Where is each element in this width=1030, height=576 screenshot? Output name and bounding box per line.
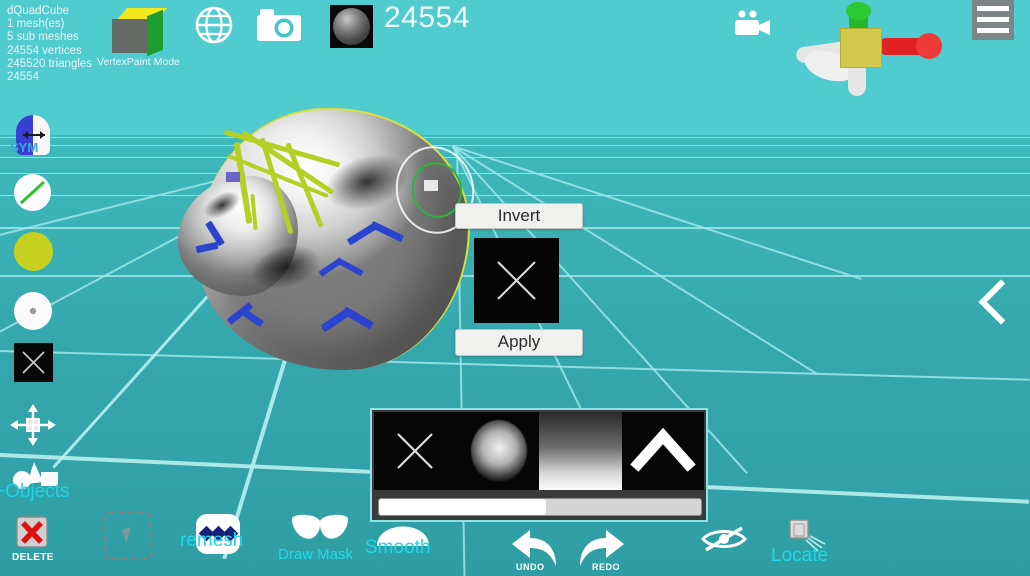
camera-icon[interactable] <box>256 8 302 42</box>
brush-gradient-slot[interactable] <box>539 412 622 490</box>
brush-cursor-center <box>424 180 438 191</box>
brush-size-slider-fill <box>379 499 547 515</box>
brush-collapse-chevron-icon[interactable] <box>621 412 704 490</box>
cube-icon[interactable] <box>112 8 168 57</box>
paint-marker-square <box>226 172 240 182</box>
remesh-label: remesh <box>180 530 244 551</box>
sculpted-mesh-model[interactable] <box>178 98 483 380</box>
brush-noise-slot[interactable] <box>456 412 539 490</box>
brush-picker-panel[interactable] <box>370 408 708 522</box>
mesh-info-text: dQuadCube 1 mesh(es) 5 sub meshes 24554 … <box>7 5 93 84</box>
vertexpaint-mode-label: VertexPaint Mode <box>97 56 180 68</box>
vertex-count-label: 24554 <box>384 1 470 34</box>
add-objects-label: +Objects <box>0 481 70 502</box>
brush-falloff-swatch[interactable] <box>14 292 52 330</box>
invert-button[interactable]: Invert <box>455 203 583 229</box>
smooth-label: Smooth <box>365 537 431 558</box>
move-tool-icon[interactable] <box>10 404 56 446</box>
transform-gizmo[interactable] <box>786 2 956 98</box>
delete-icon[interactable] <box>14 515 52 551</box>
paint-color-swatch[interactable] <box>14 232 53 271</box>
draw-mask-label: Draw Mask <box>278 546 354 563</box>
delete-label: DELETE <box>12 552 54 563</box>
undo-label: UNDO <box>516 562 545 572</box>
sculpting-app-window: dQuadCube 1 mesh(es) 5 sub meshes 24554 … <box>0 0 1030 576</box>
video-camera-icon[interactable] <box>733 10 773 38</box>
redo-label: REDO <box>592 562 621 572</box>
symmetry-label: SYM <box>10 140 39 155</box>
globe-icon[interactable] <box>194 5 234 45</box>
locate-label: Locate <box>771 545 829 566</box>
hamburger-menu-icon[interactable] <box>972 0 1014 40</box>
eye-slash-icon[interactable] <box>700 524 748 559</box>
mask-x-thumbnail[interactable] <box>474 238 559 323</box>
apply-button[interactable]: Apply <box>455 329 583 356</box>
texture-swatch[interactable] <box>14 343 53 382</box>
material-sphere-icon[interactable] <box>330 5 373 48</box>
brush-x-slot[interactable] <box>374 412 457 490</box>
brush-size-slider[interactable] <box>378 498 702 516</box>
brush-stroke-swatch[interactable] <box>14 174 51 211</box>
